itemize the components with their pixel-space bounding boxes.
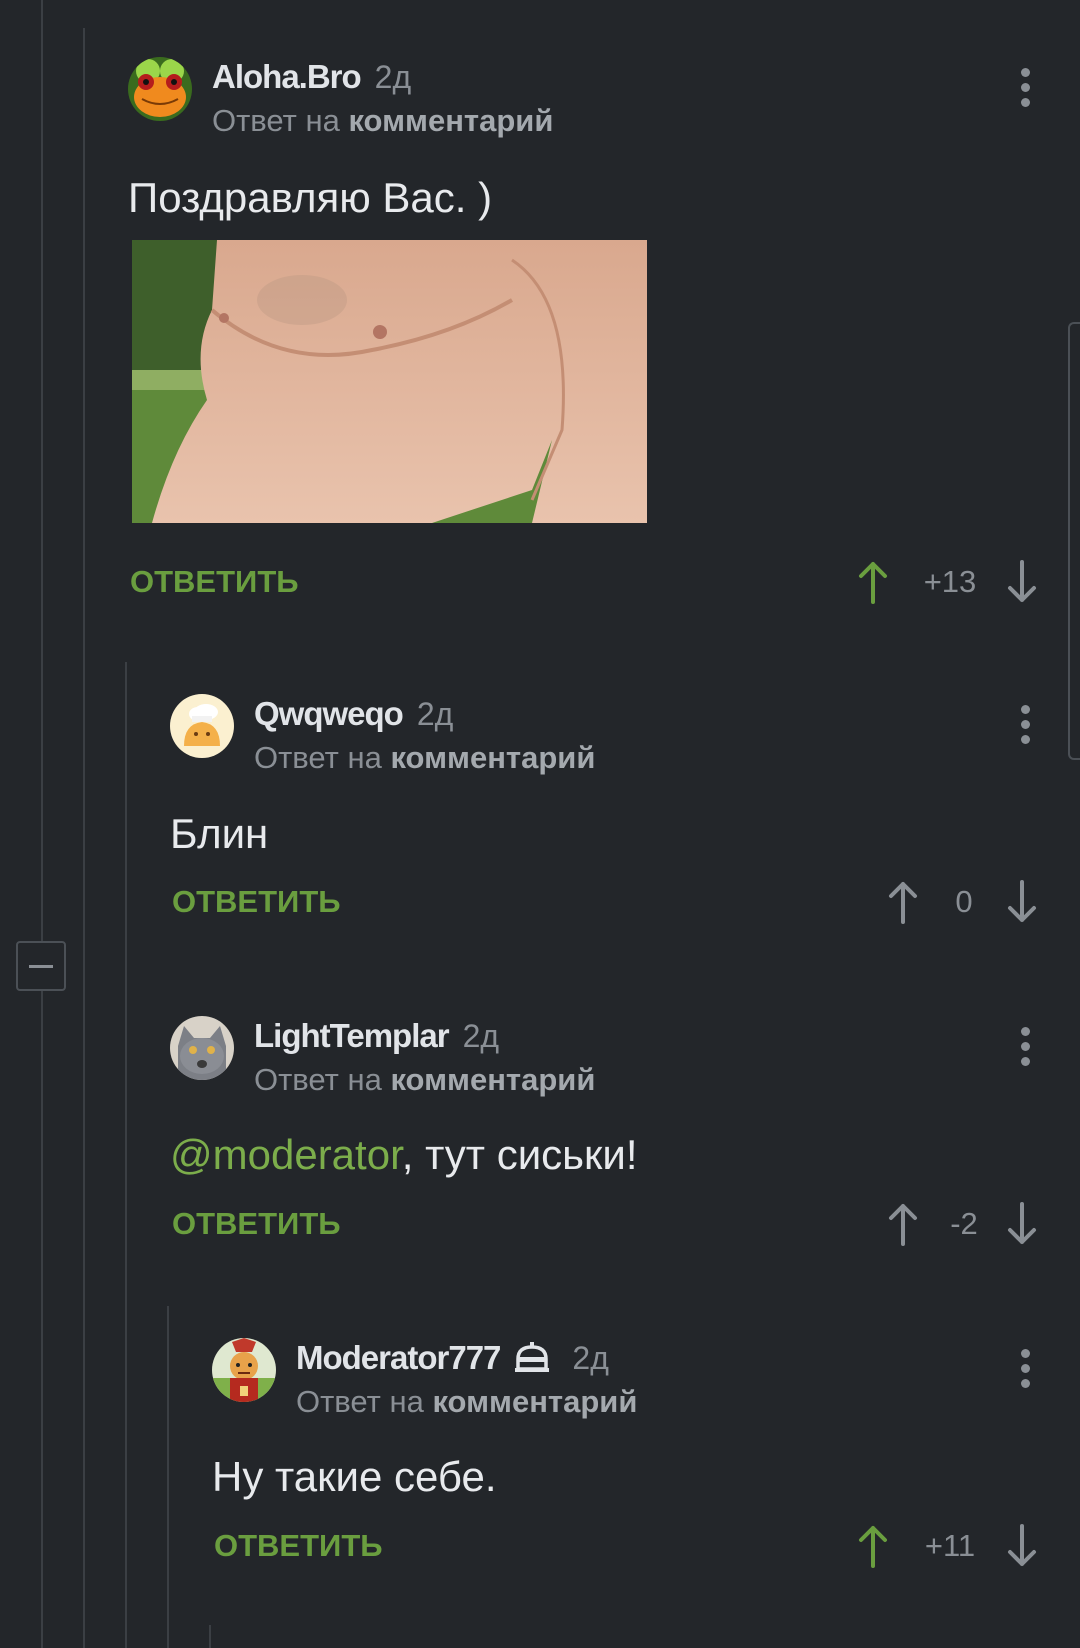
scrollbar-thumb[interactable]: [1068, 322, 1080, 760]
comment-text-body: , тут сиськи!: [401, 1131, 638, 1178]
reply-to-link[interactable]: комментарий: [390, 740, 595, 775]
comment-time: 2д: [462, 1017, 500, 1054]
comment: Moderator777 2д Ответ на комментарий Ну …: [212, 1338, 1048, 1578]
reply-to-line: Ответ на комментарий: [296, 1384, 637, 1420]
reply-to-line: Ответ на комментарий: [212, 103, 553, 139]
author-line: Qwqweqo 2д: [254, 694, 453, 734]
moderator-cap-icon: [514, 1341, 550, 1375]
upvote-arrow-icon[interactable]: [855, 558, 891, 606]
rating-value: -2: [950, 1206, 978, 1241]
reply-to-prefix: Ответ на: [254, 740, 382, 775]
reply-button[interactable]: ОТВЕТИТЬ: [172, 1206, 341, 1242]
downvote-arrow-icon[interactable]: [1004, 878, 1040, 926]
author-name[interactable]: Aloha.Bro: [212, 58, 362, 96]
user-mention-link[interactable]: @moderator: [170, 1131, 402, 1178]
reply-to-line: Ответ на комментарий: [254, 740, 595, 776]
downvote-arrow-icon[interactable]: [1004, 1200, 1040, 1248]
reply-to-prefix: Ответ на: [296, 1384, 424, 1419]
comment-actions: ОТВЕТИТЬ +11: [212, 1522, 1048, 1570]
reply-button[interactable]: ОТВЕТИТЬ: [172, 884, 341, 920]
thread-line: [41, 0, 43, 941]
comment-time: 2д: [374, 58, 412, 95]
reply-to-prefix: Ответ на: [254, 1062, 382, 1097]
comment-time: 2д: [572, 1339, 609, 1376]
reply-to-link[interactable]: комментарий: [390, 1062, 595, 1097]
comment: Qwqweqo 2д Ответ на комментарий Блин ОТВ…: [170, 694, 1048, 934]
author-name[interactable]: Moderator777: [296, 1339, 501, 1377]
author-line: Moderator777 2д: [296, 1338, 609, 1378]
samurai-avatar[interactable]: [212, 1338, 276, 1402]
comment-actions: ОТВЕТИТЬ -2: [170, 1200, 1048, 1248]
collapse-thread-button[interactable]: [16, 941, 66, 991]
thread-line: [83, 28, 85, 1648]
comment-text: Блин: [170, 810, 269, 857]
chef-avatar[interactable]: [170, 694, 234, 758]
upvote-arrow-icon[interactable]: [855, 1522, 891, 1570]
author-name[interactable]: Qwqweqo: [254, 695, 404, 733]
comment-text: Поздравляю Вас. ): [128, 174, 493, 221]
more-options-icon[interactable]: [1019, 68, 1031, 108]
thread-line: [167, 1306, 169, 1648]
rating-value: +13: [923, 564, 977, 599]
rating-value: 0: [955, 884, 973, 919]
more-options-icon[interactable]: [1019, 705, 1031, 745]
upvote-arrow-icon[interactable]: [885, 1200, 921, 1248]
reply-to-link[interactable]: комментарий: [432, 1384, 637, 1419]
more-options-icon[interactable]: [1019, 1027, 1031, 1067]
comment-text: @moderator, тут сиськи!: [170, 1131, 638, 1179]
comment: LightTemplar 2д Ответ на комментарий @mo…: [170, 1016, 1048, 1256]
comment: Aloha.Bro 2д Ответ на комментарий Поздра…: [128, 57, 1048, 627]
thread-line: [209, 1625, 211, 1648]
reply-to-prefix: Ответ на: [212, 103, 340, 138]
author-name[interactable]: LightTemplar: [254, 1017, 450, 1055]
more-options-icon[interactable]: [1019, 1349, 1031, 1389]
comment-image[interactable]: [132, 240, 647, 523]
comment-actions: ОТВЕТИТЬ 0: [170, 878, 1048, 926]
reply-button[interactable]: ОТВЕТИТЬ: [130, 564, 299, 600]
comment-text: Ну такие себе.: [212, 1453, 497, 1500]
downvote-arrow-icon[interactable]: [1004, 1522, 1040, 1570]
author-line: Aloha.Bro 2д: [212, 57, 411, 97]
reply-to-link[interactable]: комментарий: [348, 103, 553, 138]
thread-line: [41, 991, 43, 1648]
upvote-arrow-icon[interactable]: [885, 878, 921, 926]
thread-line: [125, 662, 127, 1648]
frog-avatar[interactable]: [128, 57, 192, 121]
comment-actions: ОТВЕТИТЬ +13: [128, 558, 1048, 606]
comment-time: 2д: [416, 695, 454, 732]
reply-to-line: Ответ на комментарий: [254, 1062, 595, 1098]
downvote-arrow-icon[interactable]: [1004, 558, 1040, 606]
comments-page: Aloha.Bro 2д Ответ на комментарий Поздра…: [0, 0, 1080, 1648]
rating-value: +11: [924, 1528, 976, 1563]
reply-button[interactable]: ОТВЕТИТЬ: [214, 1528, 383, 1564]
cat-avatar[interactable]: [170, 1016, 234, 1080]
author-line: LightTemplar 2д: [254, 1016, 499, 1056]
